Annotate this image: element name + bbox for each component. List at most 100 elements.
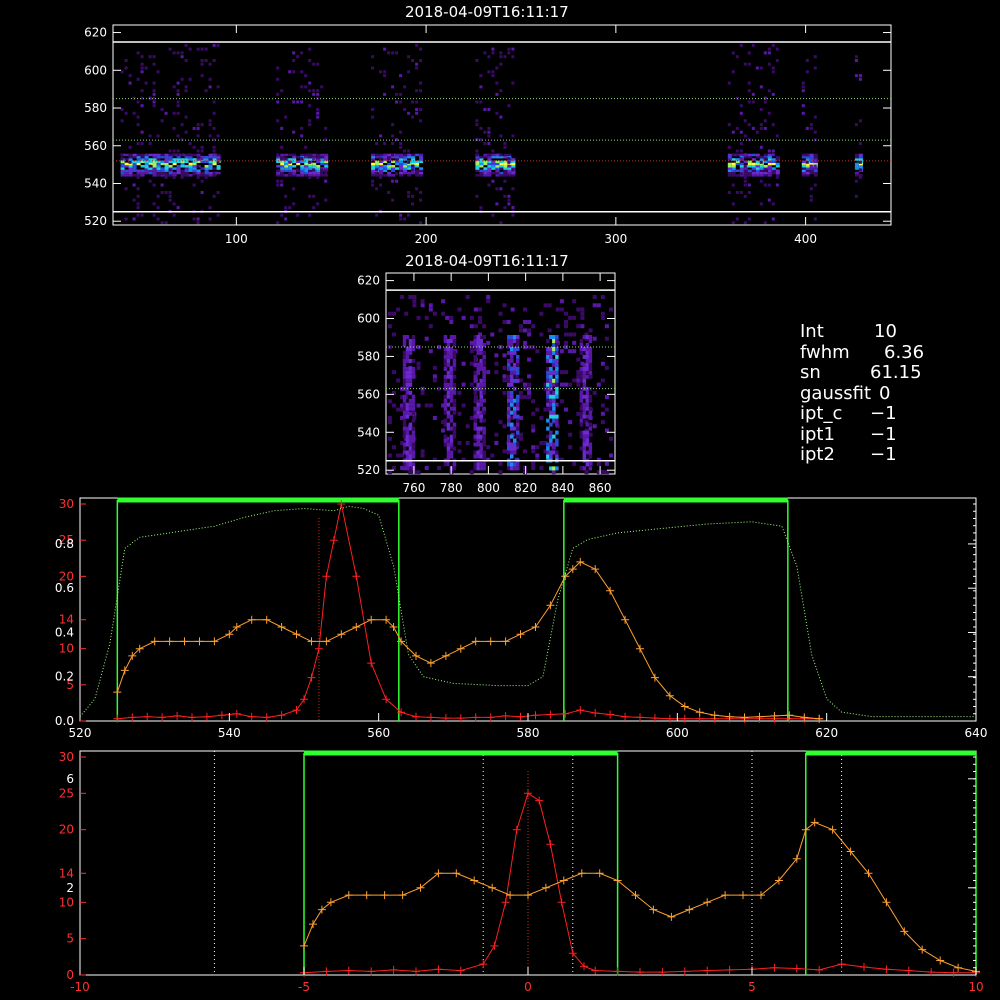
noise-pixel <box>136 175 140 179</box>
band-pixel <box>140 153 145 157</box>
noise-pixel <box>419 81 423 85</box>
band-pixel <box>324 158 329 161</box>
noise-pixel <box>527 332 532 337</box>
column-pixel <box>473 354 477 359</box>
y-tick-label: 560 <box>84 139 107 153</box>
column-pixel <box>411 450 416 455</box>
noise-pixel <box>495 81 499 85</box>
column-pixel <box>507 390 511 395</box>
band-pixel <box>727 162 732 166</box>
noise-pixel <box>416 403 421 408</box>
column-pixel <box>443 406 448 411</box>
noise-pixel <box>767 62 771 66</box>
band-pixel <box>156 171 161 175</box>
noise-pixel <box>475 153 479 157</box>
column-pixel <box>507 418 511 423</box>
noise-pixel <box>308 47 312 51</box>
noise-pixel <box>411 202 415 206</box>
column-pixel <box>546 350 550 355</box>
column-pixel <box>552 335 556 339</box>
noise-pixel <box>600 361 605 366</box>
noise-pixel <box>478 315 482 320</box>
column-pixel <box>408 434 413 439</box>
column-pixel <box>446 446 451 451</box>
band-pixel <box>184 165 189 168</box>
column-pixel <box>449 378 454 383</box>
column-pixel <box>411 442 416 447</box>
noise-pixel <box>771 153 775 157</box>
noise-pixel <box>518 324 523 329</box>
noise-pixel <box>543 303 548 308</box>
band-pixel <box>172 162 177 166</box>
band-pixel <box>403 165 408 168</box>
band-pixel <box>767 155 772 159</box>
band-pixel <box>503 174 508 177</box>
column-pixel <box>555 394 559 399</box>
column-pixel <box>408 370 413 375</box>
column-pixel <box>549 370 553 375</box>
column-pixel <box>473 462 477 467</box>
data-point <box>546 840 555 849</box>
noise-pixel <box>316 62 320 66</box>
x-tick-label: 400 <box>794 232 817 246</box>
y-tick-label: 620 <box>84 26 107 40</box>
band-pixel <box>320 155 325 159</box>
noise-pixel <box>576 382 581 387</box>
noise-pixel <box>531 424 536 429</box>
column-pixel <box>405 434 410 439</box>
band-pixel <box>208 158 213 161</box>
column-pixel <box>473 398 477 403</box>
band-pixel <box>415 160 420 163</box>
column-pixel <box>516 339 520 343</box>
noise-pixel <box>371 179 375 183</box>
column-pixel <box>402 394 407 399</box>
band-pixel <box>813 167 818 170</box>
column-pixel <box>510 339 514 343</box>
column-pixel <box>408 454 413 459</box>
band-pixel <box>184 174 189 177</box>
noise-pixel <box>120 108 124 111</box>
column-pixel <box>549 402 553 407</box>
column-pixel <box>408 347 413 351</box>
column-pixel <box>579 414 584 419</box>
band-pixel <box>387 165 392 168</box>
band-pixel <box>280 167 285 170</box>
column-pixel <box>516 466 520 471</box>
noise-pixel <box>572 299 577 304</box>
noise-pixel <box>156 70 160 74</box>
band-pixel <box>854 165 859 168</box>
noise-pixel <box>600 420 605 425</box>
data-point <box>217 711 226 720</box>
column-pixel <box>516 354 520 359</box>
noise-pixel <box>771 202 775 206</box>
noise-pixel <box>568 420 573 425</box>
band-pixel <box>491 171 496 175</box>
noise-pixel <box>416 315 421 320</box>
data-point <box>188 713 196 722</box>
noise-pixel <box>296 55 300 59</box>
data-point <box>426 713 435 722</box>
noise-pixel <box>324 126 328 130</box>
column-pixel <box>405 358 410 363</box>
data-point <box>247 712 256 721</box>
noise-pixel <box>276 153 280 157</box>
column-pixel <box>549 366 553 371</box>
noise-pixel <box>805 70 809 74</box>
noise-pixel <box>805 153 809 157</box>
noise-pixel <box>465 441 470 445</box>
band-pixel <box>324 169 329 172</box>
noise-pixel <box>180 123 184 127</box>
column-pixel <box>446 354 451 359</box>
param-key: ipt2 <box>800 444 835 465</box>
band-pixel <box>312 171 317 175</box>
band-pixel <box>280 162 285 166</box>
column-pixel <box>555 335 559 339</box>
band-pixel <box>148 171 153 175</box>
noise-pixel <box>192 183 196 187</box>
noise-pixel <box>200 62 204 66</box>
column-pixel <box>582 362 587 367</box>
noise-pixel <box>136 202 140 206</box>
noise-pixel <box>747 183 751 187</box>
band-pixel <box>160 155 165 159</box>
noise-pixel <box>407 70 411 74</box>
